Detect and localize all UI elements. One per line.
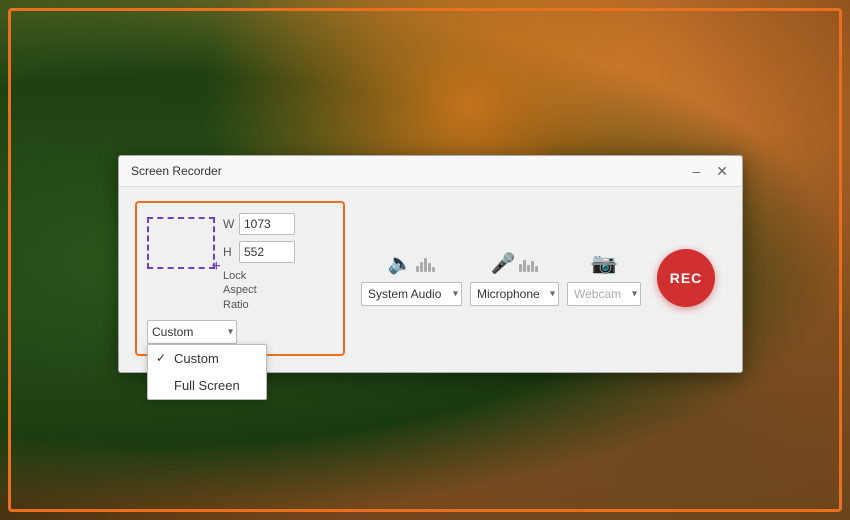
microphone-select-wrapper: Microphone None [470,282,559,306]
capture-selection-rect[interactable] [147,217,215,269]
bar5 [535,266,538,272]
screen-recorder-dialog: Screen Recorder – ✕ W H [118,155,743,373]
system-audio-group: 🔈 System Audio None [361,251,462,306]
dialog-title: Screen Recorder [131,164,222,178]
dialog-titlebar: Screen Recorder – ✕ [119,156,742,187]
width-input[interactable] [239,213,295,235]
height-label: H [223,245,235,259]
webcam-group: 📷 Webcam None [567,251,641,306]
speaker-icon: 🔈 [388,251,413,276]
webcam-select[interactable]: Webcam None [567,282,641,306]
width-row: W [223,213,295,235]
webcam-select-wrapper: Webcam None [567,282,641,306]
mode-select-wrapper: Custom Full Screen [147,320,237,344]
dropdown-item-custom[interactable]: Custom [148,345,266,372]
system-audio-select[interactable]: System Audio None [361,282,462,306]
bar3 [424,258,427,272]
bar1 [416,266,419,272]
bar4 [531,261,534,272]
webcam-icon: 📷 [592,251,617,276]
bar4 [428,263,431,272]
capture-area-panel: W H Lock Aspect Ratio Custom [135,201,345,356]
dialog-body: W H Lock Aspect Ratio Custom [119,187,742,372]
microphone-select[interactable]: Microphone None [470,282,559,306]
microphone-icon: 🎤 [491,251,516,276]
rec-label: REC [670,270,703,286]
mode-select[interactable]: Custom Full Screen [147,320,237,344]
rec-button[interactable]: REC [657,249,715,307]
dropdown-item-fullscreen[interactable]: Full Screen [148,372,266,399]
bar1 [519,264,522,272]
bar3 [527,265,530,272]
webcam-icon-row: 📷 [592,251,617,276]
mode-dropdown-menu: Custom Full Screen [147,344,267,400]
minimize-button[interactable]: – [690,164,702,178]
microphone-group: 🎤 Microphone None [470,251,559,306]
width-label: W [223,217,235,231]
height-row: H [223,241,295,263]
microphone-icon-row: 🎤 [491,251,539,276]
lock-aspect-label: Lock Aspect Ratio [223,269,278,312]
bar5 [432,267,435,272]
system-audio-bars [416,254,435,272]
dialog-controls: – ✕ [690,164,730,178]
microphone-bars [519,254,538,272]
close-button[interactable]: ✕ [714,164,730,178]
av-controls: 🔈 System Audio None [361,249,726,307]
bar2 [523,260,526,272]
capture-bottom: Custom Full Screen Custom Full Screen [147,320,333,344]
height-input[interactable] [239,241,295,263]
capture-area-inner: W H Lock Aspect Ratio [147,213,333,312]
dimensions-panel: W H Lock Aspect Ratio [223,213,295,312]
system-audio-icon-row: 🔈 [388,251,436,276]
system-audio-select-wrapper: System Audio None [361,282,462,306]
bar2 [420,262,423,272]
mode-dropdown-wrapper: Custom Full Screen Custom Full Screen [147,320,237,344]
